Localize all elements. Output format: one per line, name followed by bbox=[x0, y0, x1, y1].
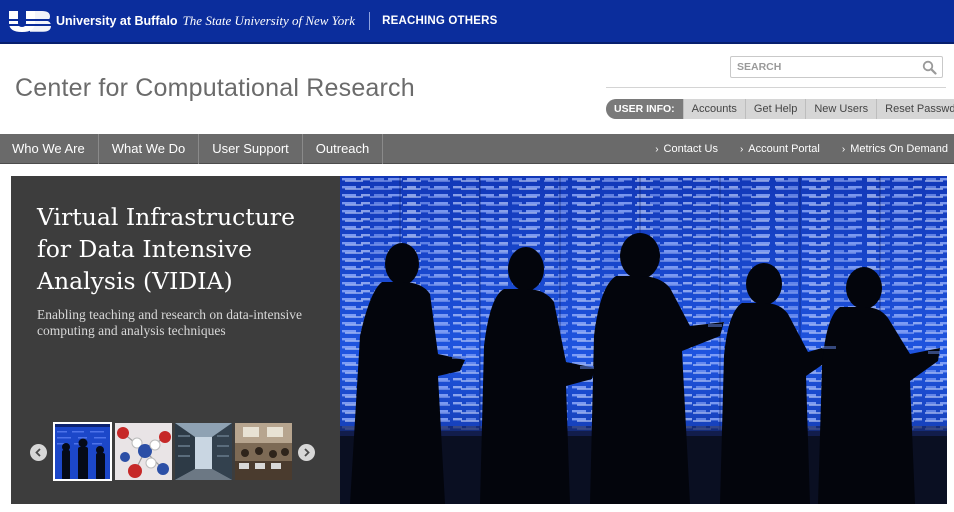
data-wall-thumbnail-image bbox=[54, 423, 111, 480]
user-info-bar: USER INFO: Accounts Get Help New Users R… bbox=[606, 99, 954, 119]
chevron-right-icon bbox=[304, 448, 310, 457]
reset-passwd-link[interactable]: Reset Passwd bbox=[876, 99, 954, 119]
account-portal-label: Account Portal bbox=[748, 143, 820, 155]
search-input[interactable] bbox=[737, 58, 922, 76]
feature-title[interactable]: Virtual Infrastructure for Data Intensiv… bbox=[37, 201, 327, 297]
hero-image[interactable] bbox=[340, 176, 947, 504]
university-top-bar: University at Buffalo The State Universi… bbox=[0, 0, 954, 44]
topbar-divider bbox=[369, 12, 371, 30]
ub-logo[interactable] bbox=[6, 8, 52, 34]
university-tagline: The State University of New York bbox=[182, 13, 356, 28]
utility-links: › Contact Us › Account Portal › Metrics … bbox=[633, 134, 948, 164]
main-navigation: Who We Are What We Do User Support Outre… bbox=[0, 133, 954, 164]
slide-thumbnail[interactable] bbox=[53, 422, 112, 481]
metrics-on-demand-label: Metrics On Demand bbox=[850, 143, 948, 155]
nav-who-we-are[interactable]: Who We Are bbox=[0, 133, 99, 164]
search-button[interactable] bbox=[921, 59, 938, 76]
get-help-link[interactable]: Get Help bbox=[744, 99, 805, 119]
nav-user-support[interactable]: User Support bbox=[199, 133, 303, 164]
chevron-right-icon: › bbox=[655, 143, 659, 155]
header-divider bbox=[606, 87, 946, 88]
accounts-link[interactable]: Accounts bbox=[682, 99, 745, 119]
feature-subtitle: Enabling teaching and research on data-i… bbox=[37, 307, 303, 338]
university-name[interactable]: University at Buffalo bbox=[56, 14, 178, 28]
server-room-thumbnail-image bbox=[175, 423, 232, 480]
next-slide-button[interactable] bbox=[298, 444, 315, 461]
contact-us-link[interactable]: › Contact Us bbox=[655, 143, 718, 155]
contact-us-label: Contact Us bbox=[663, 143, 718, 155]
nav-outreach[interactable]: Outreach bbox=[303, 133, 384, 164]
magnifier-icon bbox=[922, 60, 937, 75]
reaching-others-link[interactable]: REACHING OTHERS bbox=[382, 15, 497, 27]
slide-thumbnail[interactable] bbox=[115, 423, 172, 480]
feature-slider: Virtual Infrastructure for Data Intensiv… bbox=[11, 176, 947, 504]
user-info-label: USER INFO: bbox=[606, 99, 683, 119]
account-portal-link[interactable]: › Account Portal bbox=[740, 143, 820, 155]
classroom-thumbnail-image bbox=[235, 423, 292, 480]
new-users-link[interactable]: New Users bbox=[805, 99, 876, 119]
search-box bbox=[730, 56, 943, 78]
previous-slide-button[interactable] bbox=[30, 444, 47, 461]
slide-thumbnail[interactable] bbox=[235, 423, 292, 480]
feature-caption: Virtual Infrastructure for Data Intensiv… bbox=[37, 201, 327, 339]
nav-what-we-do[interactable]: What We Do bbox=[99, 133, 200, 164]
slide-thumbnail[interactable] bbox=[175, 423, 232, 480]
chevron-right-icon: › bbox=[841, 143, 846, 155]
site-title[interactable]: Center for Computational Research bbox=[15, 74, 415, 103]
data-wall-silhouettes-image bbox=[340, 176, 947, 504]
chevron-right-icon: › bbox=[739, 143, 744, 155]
chevron-left-icon bbox=[35, 448, 41, 457]
metrics-on-demand-link[interactable]: › Metrics On Demand bbox=[842, 143, 948, 155]
molecule-thumbnail-image bbox=[115, 423, 172, 480]
